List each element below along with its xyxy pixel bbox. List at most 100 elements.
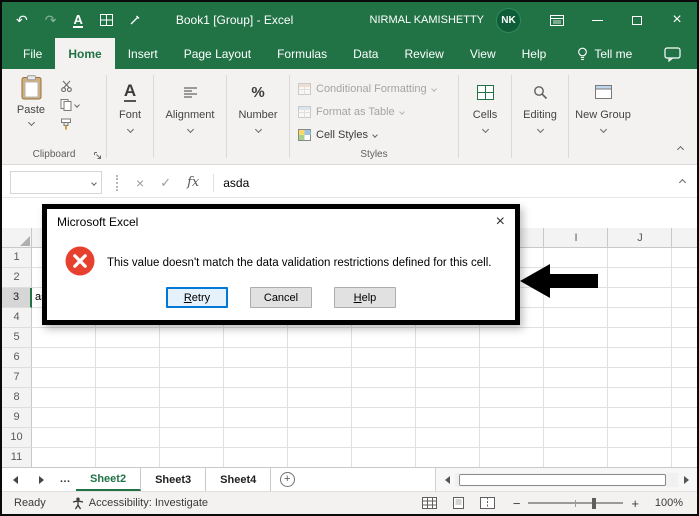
page-break-view-icon[interactable] <box>479 497 495 509</box>
column-header-i[interactable]: I <box>544 228 608 248</box>
zoom-level[interactable]: 100% <box>649 497 683 509</box>
tab-formulas[interactable]: Formulas <box>264 38 340 69</box>
help-button[interactable]: Help <box>334 287 396 308</box>
name-box[interactable] <box>10 171 102 194</box>
sheet-tab-sheet2[interactable]: Sheet2 <box>76 468 142 491</box>
cancel-button[interactable]: Cancel <box>250 287 312 308</box>
status-bar: Ready Accessibility: Investigate − + 100… <box>2 491 697 514</box>
maximize-button[interactable] <box>617 2 657 38</box>
row-headers[interactable]: 1 2 3 4 5 6 7 8 9 10 11 <box>2 248 32 467</box>
chevron-down-icon <box>126 125 134 134</box>
excel-window: ↶ ↷ A Book1 [Group] - Excel NIRMAL KAMIS… <box>0 0 699 516</box>
tab-help[interactable]: Help <box>509 38 560 69</box>
chevron-down-icon <box>27 118 35 127</box>
scroll-left-icon[interactable] <box>439 475 455 484</box>
format-as-table-button[interactable]: Format as Table <box>298 100 458 123</box>
clipboard-group: Paste Clipboard <box>2 69 106 164</box>
number-group-button[interactable]: % Number <box>227 69 289 164</box>
tab-page-layout[interactable]: Page Layout <box>171 38 264 69</box>
redo-icon[interactable]: ↷ <box>45 13 57 27</box>
tell-me[interactable]: Tell me <box>577 38 632 69</box>
row-header[interactable]: 7 <box>2 368 32 388</box>
formula-input[interactable]: asda <box>214 176 680 190</box>
editing-group-label: Editing <box>523 109 557 121</box>
row-header[interactable]: 1 <box>2 248 32 268</box>
format-painter-button[interactable] <box>60 118 79 130</box>
alignment-group-button[interactable]: Alignment <box>154 69 226 164</box>
close-button[interactable]: × <box>657 2 697 38</box>
row-header[interactable]: 5 <box>2 328 32 348</box>
copy-button[interactable] <box>60 99 80 111</box>
formula-bar-area: × ✓ fx asda <box>2 165 697 202</box>
zoom-out-button[interactable]: − <box>513 496 521 511</box>
comment-icon[interactable] <box>664 47 681 65</box>
undo-icon[interactable]: ↶ <box>16 13 28 27</box>
formula-bar-handle[interactable] <box>116 174 118 191</box>
paste-button[interactable]: Paste <box>10 75 52 127</box>
chevron-down-icon <box>599 125 607 134</box>
dialog-close-icon[interactable]: × <box>496 213 505 230</box>
row-header[interactable]: 11 <box>2 448 32 467</box>
chevron-up-icon <box>676 145 685 154</box>
status-ready: Ready <box>14 497 46 509</box>
sheet-nav-left-icon[interactable] <box>2 468 28 491</box>
conditional-formatting-button[interactable]: Conditional Formatting <box>298 77 458 100</box>
tab-file[interactable]: File <box>10 38 55 69</box>
minimize-icon <box>591 19 603 21</box>
avatar[interactable]: NK <box>496 7 521 33</box>
editing-group-button[interactable]: Editing <box>512 69 568 164</box>
row-header[interactable]: 2 <box>2 268 32 288</box>
row-header-selected[interactable]: 3 <box>2 288 32 308</box>
zoom-slider-thumb[interactable] <box>592 498 597 509</box>
sheet-tab-sheet3[interactable]: Sheet3 <box>141 468 207 491</box>
new-sheet-button[interactable]: + <box>271 468 303 491</box>
row-header[interactable]: 6 <box>2 348 32 368</box>
scissors-icon <box>60 80 73 92</box>
dialog-title-bar[interactable]: Microsoft Excel × <box>47 209 515 234</box>
normal-view-icon[interactable] <box>421 497 437 509</box>
borders-icon[interactable] <box>99 14 113 26</box>
row-header[interactable]: 8 <box>2 388 32 408</box>
scroll-right-icon[interactable] <box>678 475 694 484</box>
row-header[interactable]: 4 <box>2 308 32 328</box>
pen-icon[interactable] <box>130 15 140 25</box>
minimize-button[interactable] <box>577 2 617 38</box>
ribbon: Paste Clipboard A Font Alignment % Numbe… <box>2 69 697 165</box>
accessibility-status[interactable]: Accessibility: Investigate <box>89 497 208 509</box>
page-layout-view-icon[interactable] <box>451 497 466 509</box>
zoom-slider[interactable] <box>528 496 624 510</box>
select-all-corner[interactable] <box>2 228 32 248</box>
sheet-nav-right-icon[interactable] <box>28 468 54 491</box>
row-header[interactable]: 10 <box>2 428 32 448</box>
insert-function-icon[interactable]: fx <box>187 176 199 189</box>
more-sheets-button[interactable]: … <box>54 468 76 491</box>
retry-button[interactable]: Retry <box>166 287 228 308</box>
cut-button[interactable] <box>60 80 79 92</box>
cell-styles-button[interactable]: Cell Styles <box>298 123 458 146</box>
formula-bar-expand-icon[interactable] <box>678 178 687 187</box>
cancel-entry-icon[interactable]: × <box>136 176 144 190</box>
underline-icon[interactable]: A <box>73 13 83 28</box>
scrollbar-track[interactable] <box>455 472 678 487</box>
conditional-formatting-icon <box>298 82 311 95</box>
tab-review[interactable]: Review <box>391 38 456 69</box>
collapse-ribbon-button[interactable] <box>676 141 685 155</box>
new-group-button[interactable]: New Group <box>569 69 637 164</box>
tab-home[interactable]: Home <box>55 38 115 69</box>
cells-group-button[interactable]: Cells <box>459 69 511 164</box>
ribbon-display-options-icon[interactable] <box>537 2 577 38</box>
column-header-j[interactable]: J <box>608 228 672 248</box>
scrollbar-thumb[interactable] <box>459 473 666 486</box>
zoom-in-button[interactable]: + <box>631 496 639 511</box>
tab-view[interactable]: View <box>457 38 509 69</box>
sheet-tab-sheet4[interactable]: Sheet4 <box>206 468 272 491</box>
tab-insert[interactable]: Insert <box>115 38 171 69</box>
plus-circle-icon: + <box>279 472 295 487</box>
clipboard-dialog-launcher-icon[interactable] <box>93 151 102 160</box>
user-name: NIRMAL KAMISHETTY <box>369 14 485 26</box>
row-header[interactable]: 9 <box>2 408 32 428</box>
tab-data[interactable]: Data <box>340 38 391 69</box>
enter-entry-icon[interactable]: ✓ <box>160 176 171 189</box>
font-group-button[interactable]: A Font <box>107 69 153 164</box>
horizontal-scrollbar[interactable] <box>435 468 697 491</box>
